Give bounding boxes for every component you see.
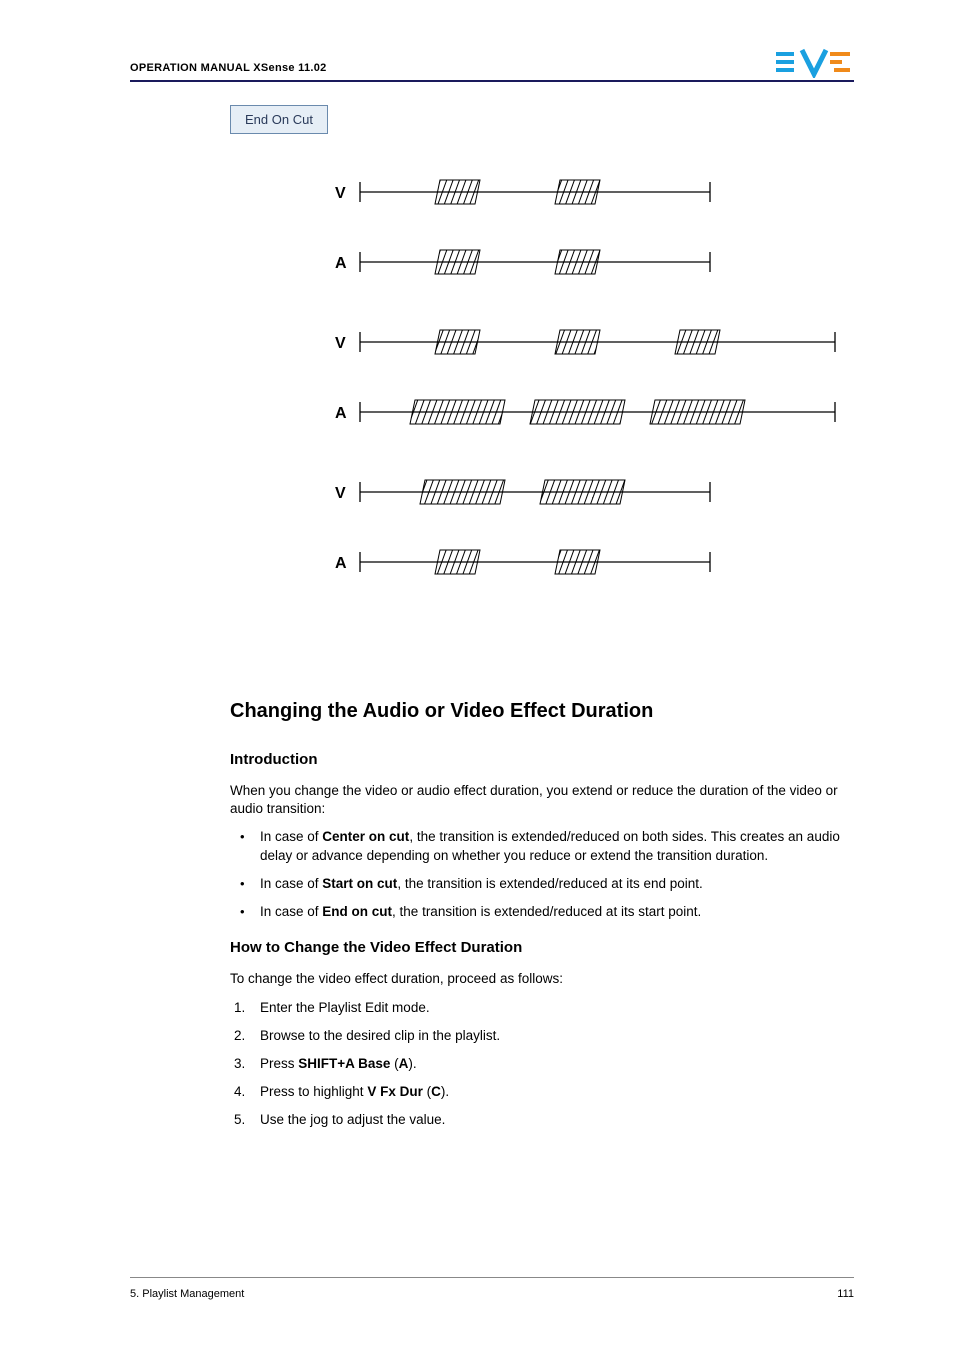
svg-text:V: V bbox=[335, 185, 346, 202]
svg-text:V: V bbox=[335, 485, 346, 502]
bullet-item: In case of End on cut, the transition is… bbox=[230, 903, 854, 921]
page-number: 111 bbox=[837, 1288, 854, 1300]
step-item: Browse to the desired clip in the playli… bbox=[230, 1027, 854, 1045]
header-manual-title: OPERATION MANUAL XSense 11.02 bbox=[130, 62, 327, 74]
evs-logo bbox=[774, 48, 854, 78]
timeline-diagram: PL 16 Vx 2 – Ax 2 V A PL 17 Vx 2 – Ax 4 bbox=[230, 160, 854, 660]
bullet-item: In case of Center on cut, the transition… bbox=[230, 828, 854, 864]
svg-text:A: A bbox=[335, 405, 347, 422]
step-item: Press SHIFT+A Base (A). bbox=[230, 1055, 854, 1073]
footer-section: 5. Playlist Management bbox=[130, 1288, 244, 1300]
howto-heading: How to Change the Video Effect Duration bbox=[230, 939, 854, 956]
step-item: Press to highlight V Fx Dur (C). bbox=[230, 1083, 854, 1101]
step-item: Enter the Playlist Edit mode. bbox=[230, 999, 854, 1017]
footer-rule bbox=[130, 1277, 854, 1278]
svg-text:V: V bbox=[335, 335, 346, 352]
steps-list: Enter the Playlist Edit mode. Browse to … bbox=[230, 999, 854, 1130]
header-rule bbox=[130, 80, 854, 82]
step-item: Use the jog to adjust the value. bbox=[230, 1111, 854, 1129]
bullet-list: In case of Center on cut, the transition… bbox=[230, 828, 854, 921]
svg-text:A: A bbox=[335, 555, 347, 572]
intro-paragraph: When you change the video or audio effec… bbox=[230, 782, 854, 818]
svg-text:A: A bbox=[335, 255, 347, 272]
intro-heading: Introduction bbox=[230, 751, 854, 768]
section-title: Changing the Audio or Video Effect Durat… bbox=[230, 700, 854, 723]
howto-paragraph: To change the video effect duration, pro… bbox=[230, 970, 854, 988]
bullet-item: In case of Start on cut, the transition … bbox=[230, 875, 854, 893]
end-on-cut-button: End On Cut bbox=[230, 105, 328, 134]
